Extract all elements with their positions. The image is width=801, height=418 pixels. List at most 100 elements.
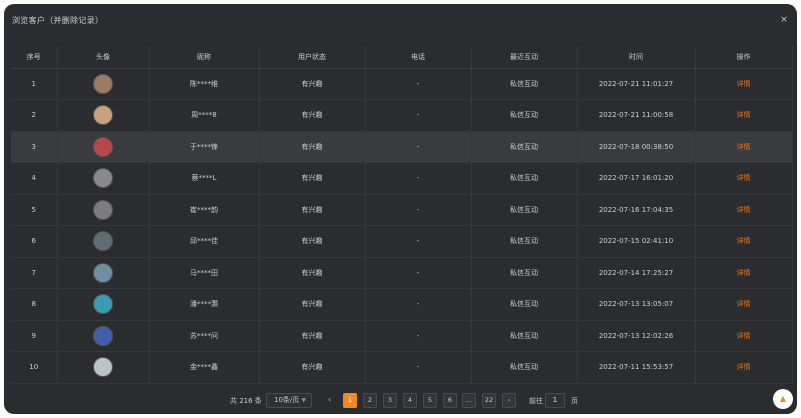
row-nickname: 陈****维 xyxy=(149,68,260,100)
page-size-select[interactable]: 10条/页 ▼ xyxy=(266,393,312,408)
row-status: 有兴趣 xyxy=(259,257,366,289)
back-to-top-button[interactable]: ▲ xyxy=(773,389,793,409)
table-row: 5 崔****韵 有兴趣 - 私信互动 2022-07-16 17:04:35 详情 xyxy=(11,194,793,226)
detail-link[interactable]: 详情 xyxy=(737,206,751,214)
detail-link[interactable]: 详情 xyxy=(737,363,751,371)
row-index: 7 xyxy=(11,257,58,289)
row-interaction: 私信互动 xyxy=(471,351,578,384)
row-time: 2022-07-18 00:38:50 xyxy=(577,131,696,163)
close-icon[interactable]: × xyxy=(778,14,790,26)
row-avatar xyxy=(57,68,150,100)
row-status: 有兴趣 xyxy=(259,68,366,100)
row-avatar xyxy=(57,288,150,321)
row-interaction: 私信互动 xyxy=(471,68,578,100)
row-time: 2022-07-21 11:01:27 xyxy=(577,68,696,100)
row-interaction: 私信互动 xyxy=(471,162,578,195)
avatar xyxy=(93,105,113,126)
col-header-index: 序号 xyxy=(11,46,58,69)
table-row: 6 邱****佳 有兴趣 - 私信互动 2022-07-15 02:41:10 详情 xyxy=(11,225,793,258)
detail-link[interactable]: 详情 xyxy=(737,80,751,88)
row-phone: - xyxy=(365,225,472,258)
col-header-nickname: 昵称 xyxy=(149,46,260,69)
goto-page-input[interactable]: 1 xyxy=(545,393,565,408)
row-avatar xyxy=(57,99,150,132)
page-button[interactable]: 3 xyxy=(383,393,397,408)
detail-link[interactable]: 详情 xyxy=(737,269,751,277)
table-row: 10 金****鑫 有兴趣 - 私信互动 2022-07-11 15:53:57 详情 xyxy=(11,351,793,384)
total-count: 共 216 条 xyxy=(230,397,262,405)
avatar xyxy=(93,73,113,94)
prev-page-button[interactable]: ‹ xyxy=(328,395,331,404)
row-status: 有兴趣 xyxy=(259,99,366,132)
avatar xyxy=(93,357,113,378)
page-button[interactable]: 22 xyxy=(482,393,496,408)
row-status: 有兴趣 xyxy=(259,131,366,163)
row-action: 详情 xyxy=(695,162,793,195)
page-button[interactable]: 2 xyxy=(363,393,377,408)
goto-label: 前往 xyxy=(529,397,543,405)
page-button[interactable]: 1 xyxy=(343,393,357,408)
row-phone: - xyxy=(365,288,472,321)
page-button[interactable]: 4 xyxy=(403,393,417,408)
detail-link[interactable]: 详情 xyxy=(737,174,751,182)
table-row: 2 周****8 有兴趣 - 私信互动 2022-07-21 11:00:58 详情 xyxy=(11,99,793,132)
table-row: 4 蔡****L 有兴趣 - 私信互动 2022-07-17 16:01:20 详情 xyxy=(11,162,793,195)
customer-table: 序号 头像 昵称 用户状态 电话 最近互动 时间 操作 1 陈****维 有兴趣 - 私… xyxy=(11,46,793,384)
page-button[interactable]: 6 xyxy=(443,393,457,408)
avatar xyxy=(93,262,113,283)
row-index: 5 xyxy=(11,194,58,226)
row-avatar xyxy=(57,194,150,226)
col-header-action: 操作 xyxy=(695,46,793,69)
col-header-status: 用户状态 xyxy=(259,46,366,69)
row-action: 详情 xyxy=(695,288,793,321)
avatar xyxy=(93,199,113,220)
chevron-down-icon: ▼ xyxy=(301,397,306,404)
row-nickname: 邱****佳 xyxy=(149,225,260,258)
page-button[interactable]: 5 xyxy=(423,393,437,408)
avatar xyxy=(93,231,113,252)
row-time: 2022-07-15 02:41:10 xyxy=(577,225,696,258)
row-index: 6 xyxy=(11,225,58,258)
detail-link[interactable]: 详情 xyxy=(737,300,751,308)
row-avatar xyxy=(57,131,150,163)
row-nickname: 于****锋 xyxy=(149,131,260,163)
row-interaction: 私信互动 xyxy=(471,320,578,352)
table-row: 3 于****锋 有兴趣 - 私信互动 2022-07-18 00:38:50 详情 xyxy=(11,131,793,163)
row-status: 有兴趣 xyxy=(259,162,366,195)
row-interaction: 私信互动 xyxy=(471,288,578,321)
row-index: 1 xyxy=(11,68,58,100)
row-interaction: 私信互动 xyxy=(471,131,578,163)
table-row: 9 苏****问 有兴趣 - 私信互动 2022-07-13 12:02:26 详情 xyxy=(11,320,793,352)
detail-link[interactable]: 详情 xyxy=(737,143,751,151)
avatar xyxy=(93,168,113,189)
row-status: 有兴趣 xyxy=(259,225,366,258)
row-index: 9 xyxy=(11,320,58,352)
detail-link[interactable]: 详情 xyxy=(737,332,751,340)
row-nickname: 周****8 xyxy=(149,99,260,132)
row-avatar xyxy=(57,320,150,352)
customer-dialog: 浏览客户（并删除记录） × 序号 头像 昵称 用户状态 电话 最近互动 时间 操… xyxy=(4,4,797,414)
detail-link[interactable]: 详情 xyxy=(737,237,751,245)
row-avatar xyxy=(57,257,150,289)
page-size-value: 10条/页 xyxy=(274,396,300,404)
row-status: 有兴趣 xyxy=(259,320,366,352)
detail-link[interactable]: 详情 xyxy=(737,111,751,119)
col-header-interaction: 最近互动 xyxy=(471,46,578,69)
row-time: 2022-07-14 17:25:27 xyxy=(577,257,696,289)
avatar xyxy=(93,294,113,315)
avatar xyxy=(93,136,113,157)
row-action: 详情 xyxy=(695,225,793,258)
page-button[interactable]: … xyxy=(462,393,476,408)
row-interaction: 私信互动 xyxy=(471,257,578,289)
dialog-title: 浏览客户（并删除记录） xyxy=(12,16,104,25)
row-avatar xyxy=(57,351,150,384)
row-phone: - xyxy=(365,131,472,163)
row-index: 2 xyxy=(11,99,58,132)
row-time: 2022-07-13 13:05:07 xyxy=(577,288,696,321)
row-avatar xyxy=(57,225,150,258)
row-phone: - xyxy=(365,257,472,289)
row-time: 2022-07-21 11:00:58 xyxy=(577,99,696,132)
row-action: 详情 xyxy=(695,99,793,132)
next-page-button[interactable]: › xyxy=(502,393,516,408)
row-nickname: 崔****韵 xyxy=(149,194,260,226)
